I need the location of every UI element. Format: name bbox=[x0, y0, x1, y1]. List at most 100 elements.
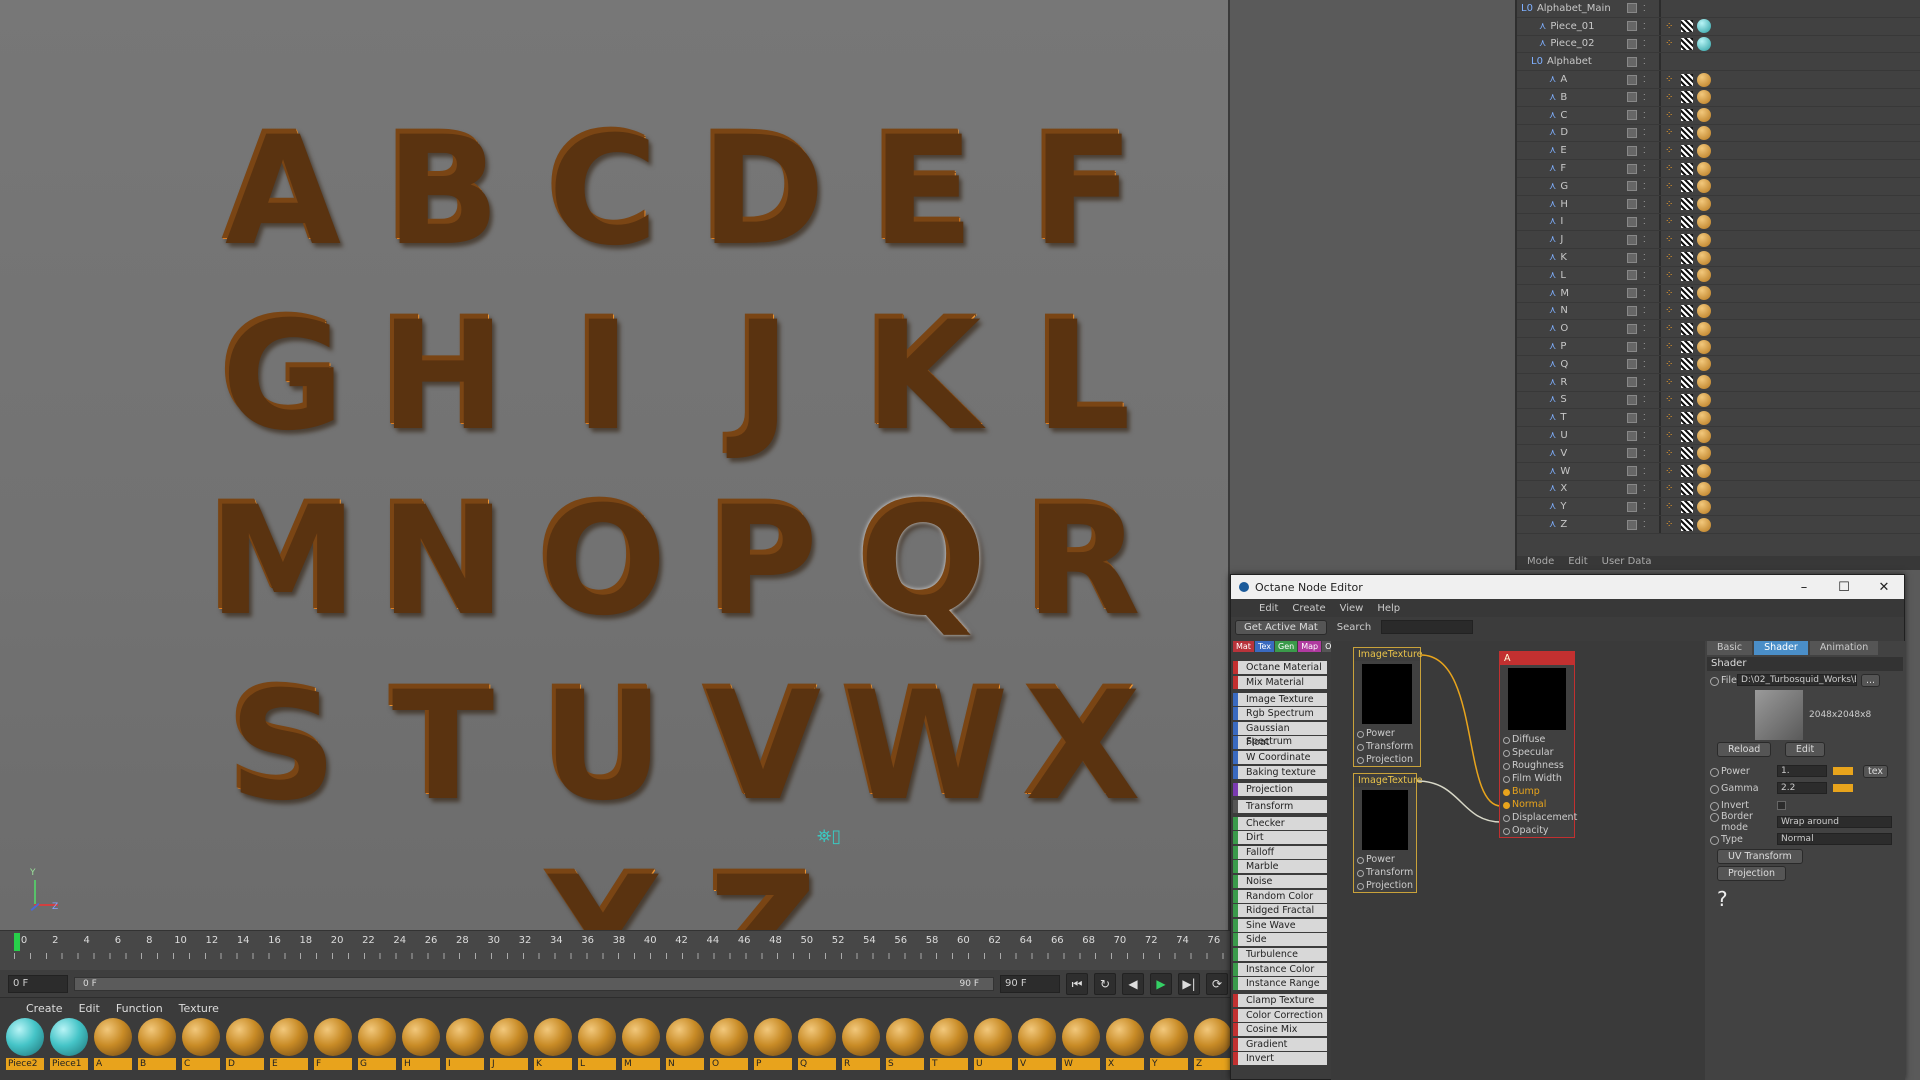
render-dots[interactable]: ⁚ bbox=[1643, 467, 1646, 476]
material-tag-icon[interactable] bbox=[1697, 179, 1711, 194]
border-mode-select[interactable]: Wrap around bbox=[1777, 816, 1892, 828]
visibility-toggle[interactable] bbox=[1627, 74, 1637, 85]
ne-menu-create[interactable]: Create bbox=[1292, 603, 1325, 614]
material-tag-icon[interactable] bbox=[1697, 410, 1711, 425]
node-list-item[interactable]: Marble bbox=[1233, 860, 1327, 874]
object-row[interactable]: ⋏ J ⁚ ⁘ bbox=[1517, 231, 1920, 250]
uvw-tag-icon[interactable] bbox=[1681, 447, 1693, 460]
visibility-toggle[interactable] bbox=[1627, 38, 1637, 49]
material-swatch[interactable]: S bbox=[886, 1018, 924, 1070]
material-swatch[interactable]: V bbox=[1018, 1018, 1056, 1070]
node-canvas[interactable]: ImageTexture Power Transform Projection Im… bbox=[1331, 641, 1706, 1080]
timeline-ruler[interactable]: 0 2 4 6 8 10 12 14 16 18 20 22 24 26 28 30 32 34 36 38 40 42 4… bbox=[14, 935, 1224, 955]
letter-k-object[interactable]: K bbox=[840, 297, 1000, 448]
visibility-toggle[interactable] bbox=[1627, 3, 1637, 14]
object-row[interactable]: ⋏ Piece_02 ⁚ ⁘ bbox=[1517, 35, 1920, 54]
render-dots[interactable]: ⁚ bbox=[1643, 164, 1646, 173]
edit-button[interactable]: Edit bbox=[1784, 742, 1826, 757]
material-swatch[interactable]: W bbox=[1062, 1018, 1100, 1070]
port-displacement[interactable]: Displacement bbox=[1500, 811, 1577, 824]
loop-button[interactable]: ⟳ bbox=[1206, 972, 1228, 995]
material-swatch[interactable]: D bbox=[226, 1018, 264, 1070]
render-dots[interactable]: ⁚ bbox=[1643, 235, 1646, 244]
node-list-item[interactable]: Clamp Texture bbox=[1233, 994, 1327, 1008]
material-swatch[interactable]: P bbox=[754, 1018, 792, 1070]
visibility-toggle[interactable] bbox=[1627, 234, 1637, 245]
render-dots[interactable]: ⁚ bbox=[1643, 413, 1646, 422]
letter-o-object[interactable]: O bbox=[520, 482, 680, 633]
end-frame-field[interactable]: 90 F bbox=[1000, 974, 1060, 993]
render-dots[interactable]: ⁚ bbox=[1643, 146, 1646, 155]
object-row[interactable]: ⋏ H ⁚ ⁘ bbox=[1517, 195, 1920, 214]
light-objects-icon[interactable]: ⛯▯ bbox=[817, 826, 841, 847]
render-dots[interactable]: ⁚ bbox=[1643, 502, 1646, 511]
material-swatch[interactable]: F bbox=[314, 1018, 352, 1070]
image-texture-node-1[interactable]: ImageTexture Power Transform Projection bbox=[1353, 647, 1423, 767]
material-swatch[interactable]: E bbox=[270, 1018, 308, 1070]
letter-m-object[interactable]: M bbox=[200, 482, 360, 633]
letter-e-object[interactable]: E bbox=[840, 112, 1000, 263]
file-browse-button[interactable]: ... bbox=[1861, 673, 1881, 687]
material-tag-icon[interactable] bbox=[1697, 125, 1711, 140]
ne-menu-help[interactable]: Help bbox=[1377, 603, 1400, 614]
get-active-mat-button[interactable]: Get Active Mat bbox=[1235, 619, 1327, 635]
render-dots[interactable]: ⁚ bbox=[1643, 128, 1646, 137]
render-dots[interactable]: ⁚ bbox=[1643, 217, 1646, 226]
visibility-toggle[interactable] bbox=[1627, 92, 1637, 103]
maximize-icon[interactable]: ☐ bbox=[1824, 580, 1864, 595]
port-projection[interactable]: Projection bbox=[1354, 753, 1420, 766]
timeline[interactable]: 0 2 4 6 8 10 12 14 16 18 20 22 24 26 28 30 32 34 36 38 40 42 4… bbox=[0, 930, 1230, 970]
node-list-item[interactable]: Ridged Fractal bbox=[1233, 904, 1327, 918]
gamma-field[interactable]: 2.2 bbox=[1777, 782, 1827, 794]
object-row[interactable]: ⋏ A ⁚ ⁘ bbox=[1517, 71, 1920, 89]
material-swatch[interactable]: B bbox=[138, 1018, 176, 1070]
object-row[interactable]: ⋏ B ⁚ ⁘ bbox=[1517, 88, 1920, 107]
search-input[interactable] bbox=[1381, 620, 1474, 634]
menu-create[interactable]: Create bbox=[26, 1002, 63, 1015]
node-list-item[interactable]: Mix Material bbox=[1233, 675, 1327, 689]
uvw-tag-icon[interactable] bbox=[1681, 144, 1693, 157]
phong-tag-icon[interactable]: ⁘ bbox=[1665, 163, 1673, 174]
minimize-icon[interactable]: – bbox=[1784, 580, 1824, 595]
category-tab-map[interactable]: Map bbox=[1298, 641, 1322, 652]
attr-menu-user-data[interactable]: User Data bbox=[1602, 556, 1652, 570]
visibility-toggle[interactable] bbox=[1627, 145, 1637, 156]
reload-button[interactable]: Reload bbox=[1717, 742, 1772, 757]
uvw-tag-icon[interactable] bbox=[1681, 215, 1693, 228]
node-list-item[interactable]: Noise bbox=[1233, 874, 1327, 888]
material-tag-icon[interactable] bbox=[1697, 72, 1711, 87]
menu-function[interactable]: Function bbox=[116, 1002, 163, 1015]
material-tag-icon[interactable] bbox=[1697, 19, 1711, 34]
visibility-toggle[interactable] bbox=[1627, 430, 1637, 441]
uvw-tag-icon[interactable] bbox=[1681, 482, 1693, 495]
port-bump[interactable]: Bump bbox=[1500, 785, 1574, 798]
phong-tag-icon[interactable]: ⁘ bbox=[1665, 38, 1673, 49]
render-dots[interactable]: ⁚ bbox=[1643, 324, 1646, 333]
object-row[interactable]: ⋏ W ⁚ ⁘ bbox=[1517, 462, 1920, 481]
visibility-toggle[interactable] bbox=[1627, 519, 1637, 530]
object-row[interactable]: ⋏ V ⁚ ⁘ bbox=[1517, 444, 1920, 463]
port-specular[interactable]: Specular bbox=[1500, 746, 1574, 759]
ne-menu-view[interactable]: View bbox=[1340, 603, 1364, 614]
render-dots[interactable]: ⁚ bbox=[1643, 289, 1646, 298]
letter-v-object[interactable]: V bbox=[680, 667, 840, 818]
material-swatch[interactable]: I bbox=[446, 1018, 484, 1070]
phong-tag-icon[interactable]: ⁘ bbox=[1665, 448, 1673, 459]
material-swatch[interactable]: C bbox=[182, 1018, 220, 1070]
render-dots[interactable]: ⁚ bbox=[1643, 182, 1646, 191]
ne-menu-edit[interactable]: Edit bbox=[1259, 603, 1278, 614]
port-power[interactable]: Power bbox=[1354, 853, 1416, 866]
phong-tag-icon[interactable]: ⁘ bbox=[1665, 234, 1673, 245]
object-row[interactable]: ⋏ O ⁚ ⁘ bbox=[1517, 320, 1920, 339]
render-dots[interactable]: ⁚ bbox=[1643, 57, 1646, 66]
material-swatch[interactable]: L bbox=[578, 1018, 616, 1070]
material-swatch[interactable]: H bbox=[402, 1018, 440, 1070]
uvw-tag-icon[interactable] bbox=[1681, 358, 1693, 371]
material-swatch[interactable]: A bbox=[94, 1018, 132, 1070]
uv-transform-button[interactable]: UV Transform bbox=[1717, 849, 1803, 864]
material-tag-icon[interactable] bbox=[1697, 286, 1711, 301]
category-tab-mat[interactable]: Mat bbox=[1233, 641, 1254, 652]
material-tag-icon[interactable] bbox=[1697, 428, 1711, 443]
uvw-tag-icon[interactable] bbox=[1681, 465, 1693, 478]
material-swatch[interactable]: Q bbox=[798, 1018, 836, 1070]
